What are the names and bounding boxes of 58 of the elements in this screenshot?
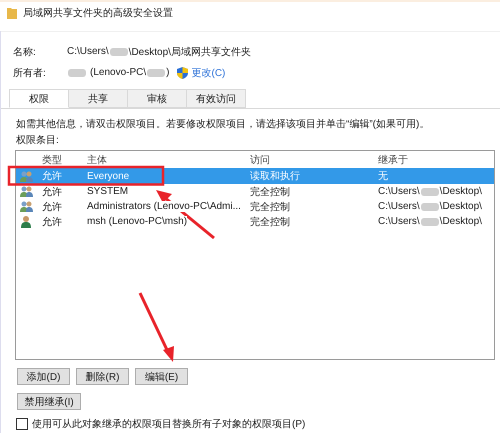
table-cell-text: 读取和执行 [250,170,301,183]
table-cell: SYSTEM [87,186,128,197]
table-cell: C:\Users\ [378,216,420,227]
redacted-mark [420,202,439,210]
redacted-mark [68,68,86,76]
tab[interactable]: 权限 [9,89,69,108]
button[interactable]: 添加(D) [17,368,70,385]
redacted-mark [420,218,439,226]
table-cell: C:\Users\ [378,201,420,212]
button[interactable]: 删除(R) [76,368,129,385]
user-icon [20,215,33,228]
section-label: 权限条目: [16,134,60,148]
redacted-mark [147,68,166,76]
checkbox[interactable] [16,418,28,430]
table-cell: Everyone [87,170,130,182]
table-cell-text: 允许 [42,200,63,214]
users-icon [20,170,33,182]
table-cell-text: 无 [378,170,388,183]
column-header: 访问 [250,154,271,166]
column-header: 类型 [42,154,63,166]
checkbox-label: 使用可从此对象继承的权限项目替换所有子对象的权限项目(P) [32,418,306,431]
table-cell-text: 完全控制 [250,200,291,214]
users-icon [20,200,33,213]
button[interactable]: 编辑(E) [135,368,188,385]
list-row[interactable]: 允许 msh (Lenovo-PC\msh) 完全控制 C:\Users\ \Desktop\ [16,214,494,229]
path-text: C:\Users\ [67,46,109,57]
owner-text: (Lenovo-PC\ [90,67,146,78]
tab[interactable]: 审核 [128,89,187,108]
table-cell: \Desktop\ [440,216,482,227]
table-cell-text: 允许 [42,186,63,198]
table-cell-text: 允许 [42,216,63,228]
disable-inheritance-button[interactable]: 禁用继承(I) [17,393,81,410]
change-link[interactable]: 更改(C) [191,66,226,80]
redacted-mark [110,48,128,56]
redacted-mark [420,188,439,196]
table-cell: Administrators (Lenovo-PC\Admi... [87,201,241,212]
table-cell-text: 允许 [42,170,63,183]
tab[interactable]: 共享 [69,89,128,108]
table-cell: \Desktop\ [440,186,482,197]
shield-icon [177,66,188,78]
users-icon [20,185,33,198]
column-header: 继承于 [378,154,408,166]
table-cell-text: 完全控制 [250,216,291,228]
folder-icon [7,7,17,19]
field-label: 名称: [13,46,37,58]
table-cell: \Desktop\ [440,201,482,212]
arrow [138,292,174,362]
path-text: \Desktop\局域网共享文件夹 [128,46,251,58]
column-header: 主体 [87,154,108,166]
owner-text: ) [166,67,170,78]
window-title: 局域网共享文件夹的高级安全设置 [23,6,173,20]
table-cell: C:\Users\ [378,186,420,197]
tab[interactable]: 有效访问 [187,89,246,108]
list-row[interactable]: 允许 Administrators (Lenovo-PC\Admi... 完全控制 C:\Users\ \Desktop\ [16,199,494,214]
table-cell: msh (Lenovo-PC\msh) [87,216,188,227]
table-cell-text: 完全控制 [250,186,291,198]
field-label: 所有者: [13,66,47,80]
info-text: 如需其他信息，请双击权限项目。若要修改权限项目，请选择该项目并单击“编辑”(如果可用)。 [16,118,430,132]
